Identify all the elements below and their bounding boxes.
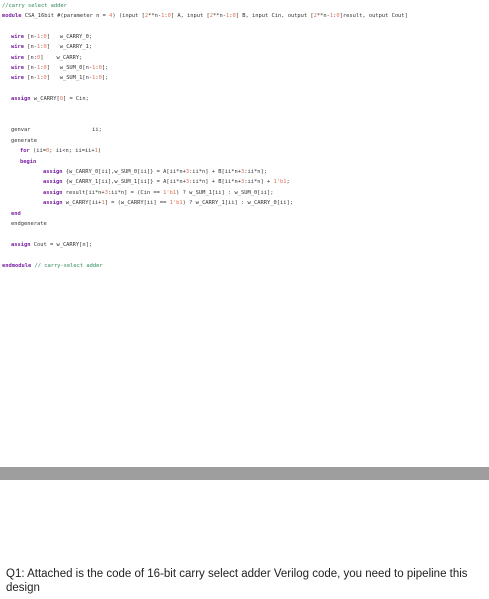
code-line: assign {w_CARRY_1[ii],w_SUM_1[ii]} = A[i… bbox=[43, 179, 290, 186]
code-token: assign bbox=[43, 179, 63, 186]
code-token: result[ii*n+ bbox=[62, 189, 105, 196]
code-token: ; bbox=[286, 179, 290, 186]
code-token: ) ? w_CARRY_1[ii] : w_CARRY_0[ii]; bbox=[182, 200, 293, 207]
code-token: 1'b1 bbox=[163, 189, 177, 196]
code-token: assign bbox=[11, 96, 31, 103]
code-token: :ii*n]; bbox=[244, 168, 267, 175]
code-token: (ii= bbox=[29, 148, 46, 155]
code-token: ] w_CARRY; bbox=[40, 54, 83, 61]
code-token: ] = Cin; bbox=[62, 96, 89, 103]
divider-bar bbox=[0, 467, 489, 480]
code-token: wire bbox=[11, 75, 24, 82]
code-line: wire [n:0] w_CARRY; bbox=[11, 55, 82, 62]
code-line: generate bbox=[11, 138, 37, 145]
question-text: Q1: Attached is the code of 16-bit carry… bbox=[6, 568, 468, 594]
code-line: wire [n-1:0] w_CARRY_1; bbox=[11, 44, 92, 51]
code-token: :ii*n] = (Cin == bbox=[107, 189, 164, 196]
code-line: wire [n-1:0] w_SUM_0[n-1:0]; bbox=[11, 65, 108, 72]
code-token: ] w_SUM_0[n- bbox=[46, 64, 93, 71]
code-token: generate bbox=[11, 137, 37, 144]
code-line: wire [n-1:0] w_SUM_1[n-1:0]; bbox=[11, 75, 108, 82]
code-token: :ii*n] + B[ii*n+ bbox=[189, 168, 241, 175]
code-token: wire bbox=[11, 64, 24, 71]
code-token: for bbox=[20, 148, 30, 155]
code-token: ] w_SUM_1[n- bbox=[46, 75, 93, 82]
code-token: genvar ii; bbox=[11, 127, 102, 134]
code-token: ) (input [ bbox=[112, 12, 145, 19]
code-token: **n- bbox=[316, 12, 330, 19]
code-token: [n- bbox=[23, 75, 37, 82]
code-token: assign bbox=[11, 241, 31, 248]
code-line: assign {w_CARRY_0[ii],w_SUM_0[ii]} = A[i… bbox=[43, 169, 267, 176]
code-token: endmodule bbox=[2, 262, 32, 269]
code-token: ] B, input Cin, output [ bbox=[235, 12, 314, 19]
code-token: [n- bbox=[23, 33, 37, 40]
code-token: :ii*n] + B[ii*n+ bbox=[189, 179, 241, 186]
code-line: genvar ii; bbox=[11, 127, 102, 134]
code-line: assign w_CARRY[ii+1] = (w_CARRY[ii] == 1… bbox=[43, 200, 293, 207]
code-token: 1'b1 bbox=[169, 200, 183, 207]
code-line: //carry select adder bbox=[2, 3, 67, 10]
code-line: end bbox=[11, 211, 21, 218]
code-line: assign w_CARRY[0] = Cin; bbox=[11, 96, 89, 103]
code-line: for (ii=0; ii<n; ii=ii+1) bbox=[20, 148, 101, 155]
code-line: endmodule // carry-select adder bbox=[2, 263, 103, 270]
code-token: ] = (w_CARRY[ii] == bbox=[104, 200, 170, 207]
code-line: assign Cout = w_CARRY[n]; bbox=[11, 242, 92, 249]
code-token: module bbox=[2, 12, 22, 19]
code-token: wire bbox=[11, 33, 24, 40]
code-token: :ii*n] + bbox=[244, 179, 274, 186]
code-token: assign bbox=[43, 168, 63, 175]
code-token: **n- bbox=[213, 12, 227, 19]
code-token: ) bbox=[97, 148, 102, 155]
code-token: ] w_CARRY_1; bbox=[46, 44, 93, 51]
code-token: begin bbox=[20, 158, 37, 165]
code-token: endgenerate bbox=[11, 220, 47, 227]
code-panel: //carry select adder module CSA_16bit #(p… bbox=[0, 0, 489, 467]
code-token: [n: bbox=[23, 54, 37, 61]
code-token: assign bbox=[43, 189, 63, 196]
code-line: endgenerate bbox=[11, 221, 47, 228]
code-token: ; ii<n; ii=ii+ bbox=[49, 148, 95, 155]
code-token: **n- bbox=[148, 12, 162, 19]
code-line: assign result[ii*n+3:ii*n] = (Cin == 1'b… bbox=[43, 190, 273, 197]
code-token: CSA_16bit #(parameter n = bbox=[21, 12, 110, 19]
code-token: ]; bbox=[101, 75, 109, 82]
code-token: //carry select adder bbox=[2, 2, 67, 9]
code-token: // carry-select adder bbox=[34, 262, 103, 269]
code-token: ] w_CARRY_0; bbox=[46, 33, 93, 40]
code-token: w_CARRY[ii+ bbox=[62, 200, 102, 207]
code-token: 1'b1 bbox=[273, 179, 287, 186]
code-token: assign bbox=[43, 200, 63, 207]
code-token: {w_CARRY_0[ii],w_SUM_0[ii]} = A[ii*n+ bbox=[62, 168, 186, 175]
code-token: {w_CARRY_1[ii],w_SUM_1[ii]} = A[ii*n+ bbox=[62, 179, 186, 186]
code-token: w_CARRY[ bbox=[30, 96, 60, 103]
code-token: end bbox=[11, 210, 21, 217]
code-line: begin bbox=[20, 159, 36, 166]
code-token: ]; bbox=[101, 64, 109, 71]
code-token: Cout = w_CARRY[n]; bbox=[30, 241, 93, 248]
code-token: ) ? w_SUM_1[ii] : w_SUM_0[ii]; bbox=[176, 189, 274, 196]
code-line: module CSA_16bit #(parameter n = 4) (inp… bbox=[2, 13, 408, 20]
code-token: wire bbox=[11, 54, 24, 61]
code-token: [n- bbox=[23, 44, 37, 51]
code-token: [n- bbox=[23, 64, 37, 71]
code-line: wire [n-1:0] w_CARRY_0; bbox=[11, 34, 92, 41]
code-token: ]result, output Cout] bbox=[339, 12, 408, 19]
code-token: ] A, input [ bbox=[170, 12, 210, 19]
code-token: wire bbox=[11, 44, 24, 51]
